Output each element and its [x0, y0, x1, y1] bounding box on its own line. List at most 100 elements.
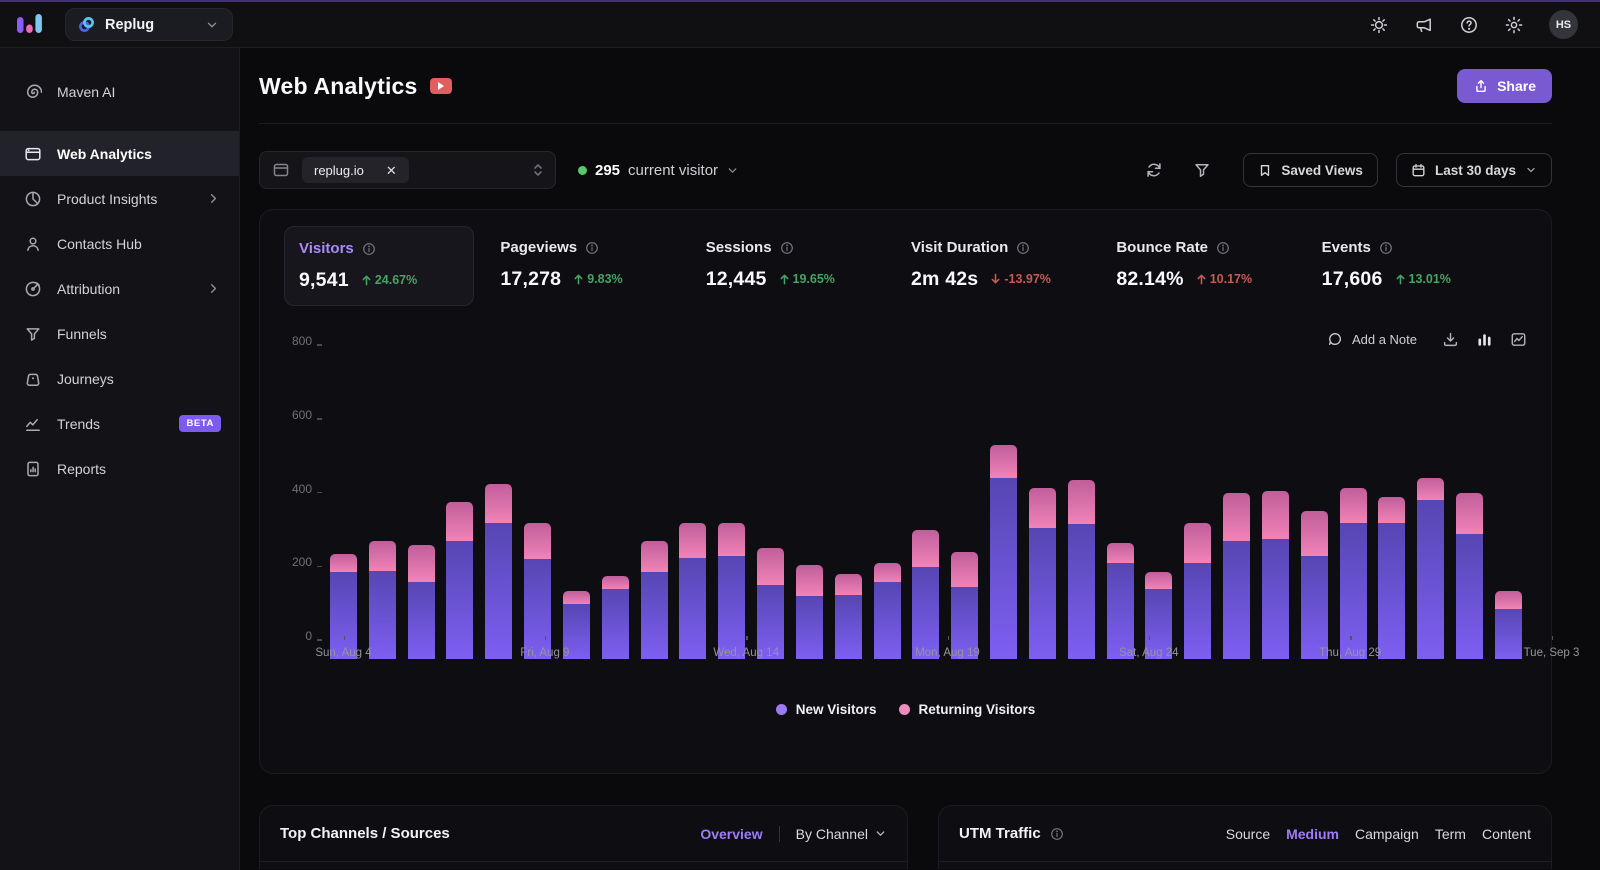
tab-by-channel[interactable]: By Channel — [796, 826, 887, 842]
bar-thu-aug-22[interactable] — [1028, 487, 1056, 659]
bar-tue-aug-20[interactable] — [951, 552, 979, 659]
tab-overview[interactable]: Overview — [700, 826, 762, 842]
chevron-down-icon — [726, 164, 739, 177]
info-icon[interactable] — [1216, 241, 1230, 255]
bar-fri-aug-30[interactable] — [1339, 487, 1367, 659]
bar-tue-aug-27[interactable] — [1223, 493, 1251, 659]
select-spinner-icon[interactable] — [531, 162, 545, 178]
tab-medium[interactable]: Medium — [1286, 826, 1339, 842]
bar-mon-aug-5[interactable] — [368, 541, 396, 659]
bar-sat-aug-31[interactable] — [1378, 496, 1406, 659]
bar-fri-aug-23[interactable] — [1067, 480, 1095, 659]
arrow-up-icon — [1395, 273, 1406, 285]
user-avatar[interactable]: HS — [1549, 10, 1578, 39]
filter-bar: replug.io ✕ 295 current visitor Saved Vi… — [259, 151, 1552, 189]
chart-legend: New Visitors Returning Visitors — [284, 702, 1527, 717]
bar-chart-view-icon[interactable] — [1476, 331, 1493, 348]
current-visitors-label: current visitor — [628, 161, 719, 179]
bar-wed-aug-14[interactable] — [718, 522, 746, 659]
bar-tue-sep-3[interactable] — [1494, 590, 1522, 659]
sidebar-item-funnels[interactable]: Funnels — [0, 311, 239, 356]
sidebar-item-reports[interactable]: Reports — [0, 446, 239, 491]
bar-mon-aug-12[interactable] — [640, 541, 668, 659]
bar-mon-sep-2[interactable] — [1456, 493, 1484, 659]
chevron-right-icon — [206, 281, 221, 296]
info-icon[interactable] — [585, 241, 599, 255]
new-visitors-segment — [912, 566, 940, 659]
info-icon[interactable] — [362, 242, 376, 256]
sidebar-item-maven-ai[interactable]: Maven AI — [0, 69, 239, 114]
sidebar-item-attribution[interactable]: Attribution — [0, 266, 239, 311]
sidebar-item-journeys[interactable]: Journeys — [0, 356, 239, 401]
help-icon[interactable] — [1459, 15, 1479, 35]
sidebar-item-label: Contacts Hub — [57, 235, 142, 252]
returning-visitors-segment — [1223, 493, 1251, 541]
tab-label: Term — [1434, 825, 1466, 842]
tab-campaign[interactable]: Campaign — [1355, 826, 1419, 842]
info-icon[interactable] — [1016, 241, 1030, 255]
stat-delta-value: 13.01% — [1408, 272, 1451, 286]
stat-card-events[interactable]: Events 17,606 13.01% — [1322, 226, 1527, 306]
announcements-icon[interactable] — [1414, 15, 1434, 35]
current-visitors[interactable]: 295 current visitor — [578, 162, 739, 179]
bar-tue-aug-13[interactable] — [679, 522, 707, 659]
stat-card-visit-duration[interactable]: Visit Duration 2m 42s -13.97% — [911, 226, 1116, 306]
bar-sun-sep-1[interactable] — [1417, 478, 1445, 659]
bar-sun-aug-18[interactable] — [873, 563, 901, 659]
stat-card-pageviews[interactable]: Pageviews 17,278 9.83% — [500, 226, 705, 306]
tab-term[interactable]: Term — [1435, 826, 1466, 842]
settings-gear-icon[interactable] — [1504, 15, 1524, 35]
legend-returning-visitors[interactable]: Returning Visitors — [898, 702, 1035, 717]
bar-sat-aug-17[interactable] — [834, 574, 862, 659]
sidebar-item-trends[interactable]: Trends BETA — [0, 401, 239, 446]
bar-wed-aug-21[interactable] — [990, 445, 1018, 659]
remove-site-icon[interactable]: ✕ — [386, 164, 397, 177]
bar-thu-aug-15[interactable] — [757, 548, 785, 659]
website-selector[interactable]: replug.io ✕ — [259, 151, 556, 189]
theme-toggle-icon[interactable] — [1369, 15, 1389, 35]
info-icon[interactable] — [1050, 827, 1064, 841]
sidebar-item-product-insights[interactable]: Product Insights — [0, 176, 239, 221]
bar-mon-aug-19[interactable] — [912, 529, 940, 659]
stat-card-bounce-rate[interactable]: Bounce Rate 82.14% 10.17% — [1116, 226, 1321, 306]
saved-views-button[interactable]: Saved Views — [1243, 153, 1378, 187]
stat-card-sessions[interactable]: Sessions 12,445 19.65% — [706, 226, 911, 306]
info-icon[interactable] — [1379, 241, 1393, 255]
tab-source[interactable]: Source — [1226, 826, 1270, 842]
stat-card-visitors[interactable]: Visitors 9,541 24.67% — [284, 226, 475, 306]
filter-funnel-icon[interactable] — [1193, 161, 1211, 179]
share-button[interactable]: Share — [1457, 69, 1552, 103]
line-chart-view-icon[interactable] — [1510, 331, 1527, 348]
returning-visitors-segment — [718, 522, 746, 556]
refresh-icon[interactable] — [1145, 161, 1163, 179]
bar-wed-aug-28[interactable] — [1261, 491, 1289, 659]
bar-thu-aug-29[interactable] — [1300, 511, 1328, 659]
sidebar-item-web-analytics[interactable]: Web Analytics — [0, 131, 239, 176]
add-note-button[interactable]: Add a Note — [1327, 331, 1417, 347]
share-button-label: Share — [1497, 78, 1536, 94]
tab-content[interactable]: Content — [1482, 826, 1531, 842]
download-icon[interactable] — [1442, 331, 1459, 348]
youtube-tutorial-icon[interactable] — [429, 78, 452, 94]
usermaven-logo-icon[interactable] — [16, 12, 43, 38]
bar-wed-aug-7[interactable] — [446, 502, 474, 659]
y-axis-label: 0 — [305, 629, 322, 643]
x-axis-label: Sat, Aug 24 — [1119, 647, 1179, 659]
bottom-panels: Top Channels / Sources Overview By Channe… — [259, 805, 1552, 869]
legend-new-visitors[interactable]: New Visitors — [775, 702, 877, 717]
bar-sun-aug-4[interactable] — [330, 553, 357, 659]
top-channels-panel: Top Channels / Sources Overview By Channe… — [259, 805, 908, 869]
bar-sun-aug-11[interactable] — [601, 576, 629, 659]
info-icon[interactable] — [780, 241, 794, 255]
bar-mon-aug-26[interactable] — [1184, 522, 1212, 659]
bar-sat-aug-24[interactable] — [1106, 542, 1134, 659]
bar-fri-aug-16[interactable] — [795, 565, 823, 659]
bar-thu-aug-8[interactable] — [485, 483, 513, 659]
stat-delta: -13.97% — [990, 272, 1051, 286]
date-range-button[interactable]: Last 30 days — [1395, 153, 1552, 187]
workspace-selector[interactable]: Replug — [65, 8, 233, 41]
sidebar-item-contacts-hub[interactable]: Contacts Hub — [0, 221, 239, 266]
bar-tue-aug-6[interactable] — [407, 544, 435, 659]
bar-sun-aug-25[interactable] — [1145, 572, 1173, 659]
bar-fri-aug-9[interactable] — [524, 522, 552, 659]
